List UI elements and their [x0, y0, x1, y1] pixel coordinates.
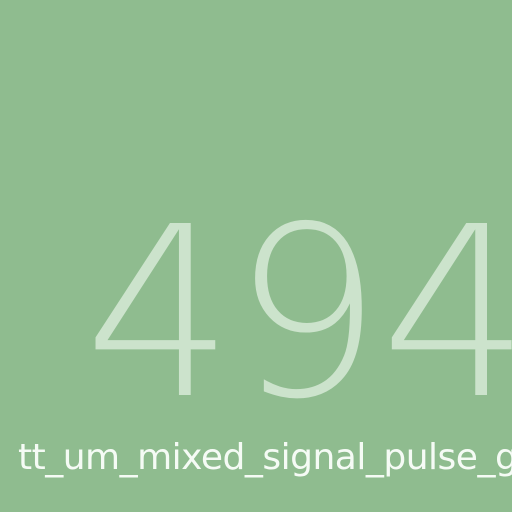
- project-name-label: tt_um_mixed_signal_pulse_g: [18, 437, 512, 478]
- project-tile: 494 tt_um_mixed_signal_pulse_g: [0, 0, 512, 512]
- project-number: 494: [84, 176, 512, 451]
